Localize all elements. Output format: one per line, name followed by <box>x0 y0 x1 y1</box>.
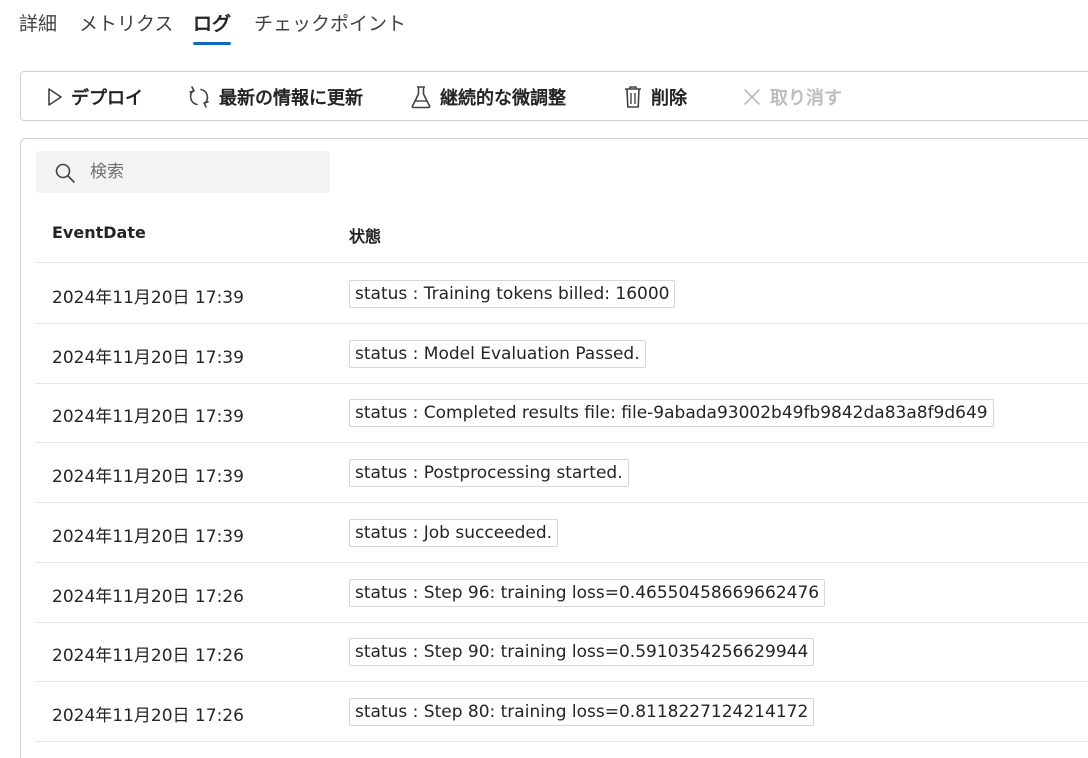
command-toolbar: デプロイ 最新の情報に更新 継続的な微調整 削除 取り消す <box>20 71 1088 121</box>
tab-bar: 詳細 メトリクス ログ チェックポイント <box>0 0 1088 48</box>
event-date-cell: 2024年11月20日 17:26 <box>52 706 244 726</box>
close-icon <box>742 87 762 107</box>
table-row[interactable]: 2024年11月20日 17:39 status : Training toke… <box>35 264 1088 324</box>
column-header-eventdate[interactable]: EventDate <box>52 223 146 242</box>
event-date-cell: 2024年11月20日 17:39 <box>52 467 244 487</box>
logs-panel: EventDate 状態 2024年11月20日 17:39 status : … <box>20 138 1088 758</box>
refresh-icon <box>187 85 211 109</box>
play-icon <box>47 87 63 107</box>
event-date-cell: 2024年11月20日 17:39 <box>52 288 244 308</box>
event-date-cell: 2024年11月20日 17:39 <box>52 407 244 427</box>
status-cell: status : Postprocessing started. <box>349 459 629 487</box>
cancel-label: 取り消す <box>770 88 842 109</box>
search-input[interactable] <box>90 159 320 185</box>
tab-details[interactable]: 詳細 <box>19 10 57 46</box>
flask-icon <box>410 85 432 109</box>
deploy-button[interactable]: デプロイ <box>47 83 143 111</box>
search-icon <box>54 162 76 188</box>
deploy-label: デプロイ <box>71 88 143 109</box>
table-row[interactable]: 2024年11月20日 17:39 status : Completed res… <box>35 383 1088 443</box>
status-cell: status : Model Evaluation Passed. <box>349 340 646 368</box>
tab-checkpoints[interactable]: チェックポイント <box>254 10 406 46</box>
delete-button[interactable]: 削除 <box>623 83 687 111</box>
table-row[interactable]: 2024年11月20日 17:39 status : Job succeeded… <box>35 503 1088 563</box>
column-header-status[interactable]: 状態 <box>349 223 381 247</box>
status-cell: status : Step 96: training loss=0.465504… <box>349 579 826 607</box>
search-box <box>36 151 330 193</box>
table-row[interactable]: 2024年11月20日 17:26 status : Step 90: trai… <box>35 622 1088 682</box>
continuous-finetune-button[interactable]: 継続的な微調整 <box>410 83 566 111</box>
status-cell: status : Step 90: training loss=0.591035… <box>349 638 815 666</box>
event-date-cell: 2024年11月20日 17:39 <box>52 348 244 368</box>
refresh-button[interactable]: 最新の情報に更新 <box>187 83 363 111</box>
status-cell: status : Job succeeded. <box>349 519 559 547</box>
tab-metrics[interactable]: メトリクス <box>79 10 173 46</box>
table-row[interactable]: 2024年11月20日 17:26 status : Step 80: trai… <box>35 682 1088 742</box>
status-cell: status : Step 80: training loss=0.811822… <box>349 698 815 726</box>
table-row[interactable]: 2024年11月20日 17:39 status : Postprocessin… <box>35 443 1088 503</box>
table-row[interactable]: 2024年11月20日 17:39 status : Model Evaluat… <box>35 324 1088 384</box>
event-date-cell: 2024年11月20日 17:26 <box>52 587 244 607</box>
status-cell: status : Training tokens billed: 16000 <box>349 280 676 308</box>
status-cell: status : Completed results file: file-9a… <box>349 399 994 427</box>
refresh-label: 最新の情報に更新 <box>219 88 363 109</box>
table-row[interactable]: 2024年11月20日 17:26 status : Step 96: trai… <box>35 563 1088 623</box>
delete-label: 削除 <box>651 88 687 109</box>
cancel-button[interactable]: 取り消す <box>742 83 842 111</box>
table-header: EventDate 状態 <box>35 205 1088 263</box>
tab-logs[interactable]: ログ <box>193 10 232 46</box>
trash-icon <box>623 85 643 109</box>
event-date-cell: 2024年11月20日 17:26 <box>52 646 244 666</box>
event-date-cell: 2024年11月20日 17:39 <box>52 527 244 547</box>
continuous-finetune-label: 継続的な微調整 <box>440 88 566 109</box>
